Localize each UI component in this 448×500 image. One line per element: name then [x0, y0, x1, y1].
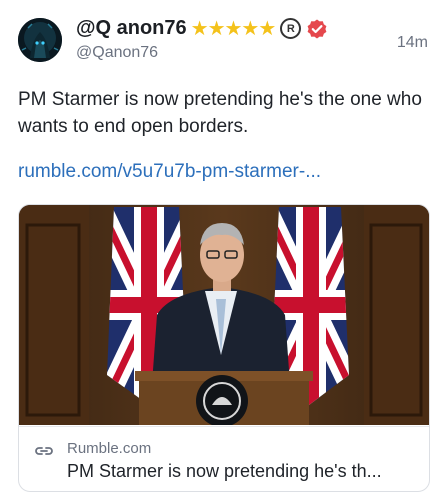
verified-badge-icon [306, 18, 328, 40]
link-icon [34, 441, 54, 466]
post-timestamp[interactable]: 14m [397, 34, 428, 52]
link-preview-image [19, 205, 429, 425]
post-link[interactable]: rumble.com/v5u7u7b-pm-starmer-... [18, 161, 321, 183]
link-preview-title: PM Starmer is now pretending he's th... [67, 461, 382, 481]
star-badges: ★★★★★ [190, 18, 277, 40]
display-name[interactable]: @Q anon76 [76, 17, 187, 40]
link-preview-card[interactable]: Rumble.com PM Starmer is now pretending … [18, 204, 430, 492]
link-preview-domain: Rumble.com [67, 440, 152, 457]
registered-mark-icon: R [280, 18, 302, 39]
avatar-image [18, 18, 62, 62]
post-text: PM Starmer is now pretending he's the on… [18, 89, 422, 137]
author-handle[interactable]: @Qanon76 [76, 44, 158, 62]
avatar[interactable] [18, 18, 62, 62]
author-name-row: @Q anon76 ★★★★★ R [76, 16, 328, 41]
link-preview-footer: Rumble.com PM Starmer is now pretending … [19, 426, 429, 491]
